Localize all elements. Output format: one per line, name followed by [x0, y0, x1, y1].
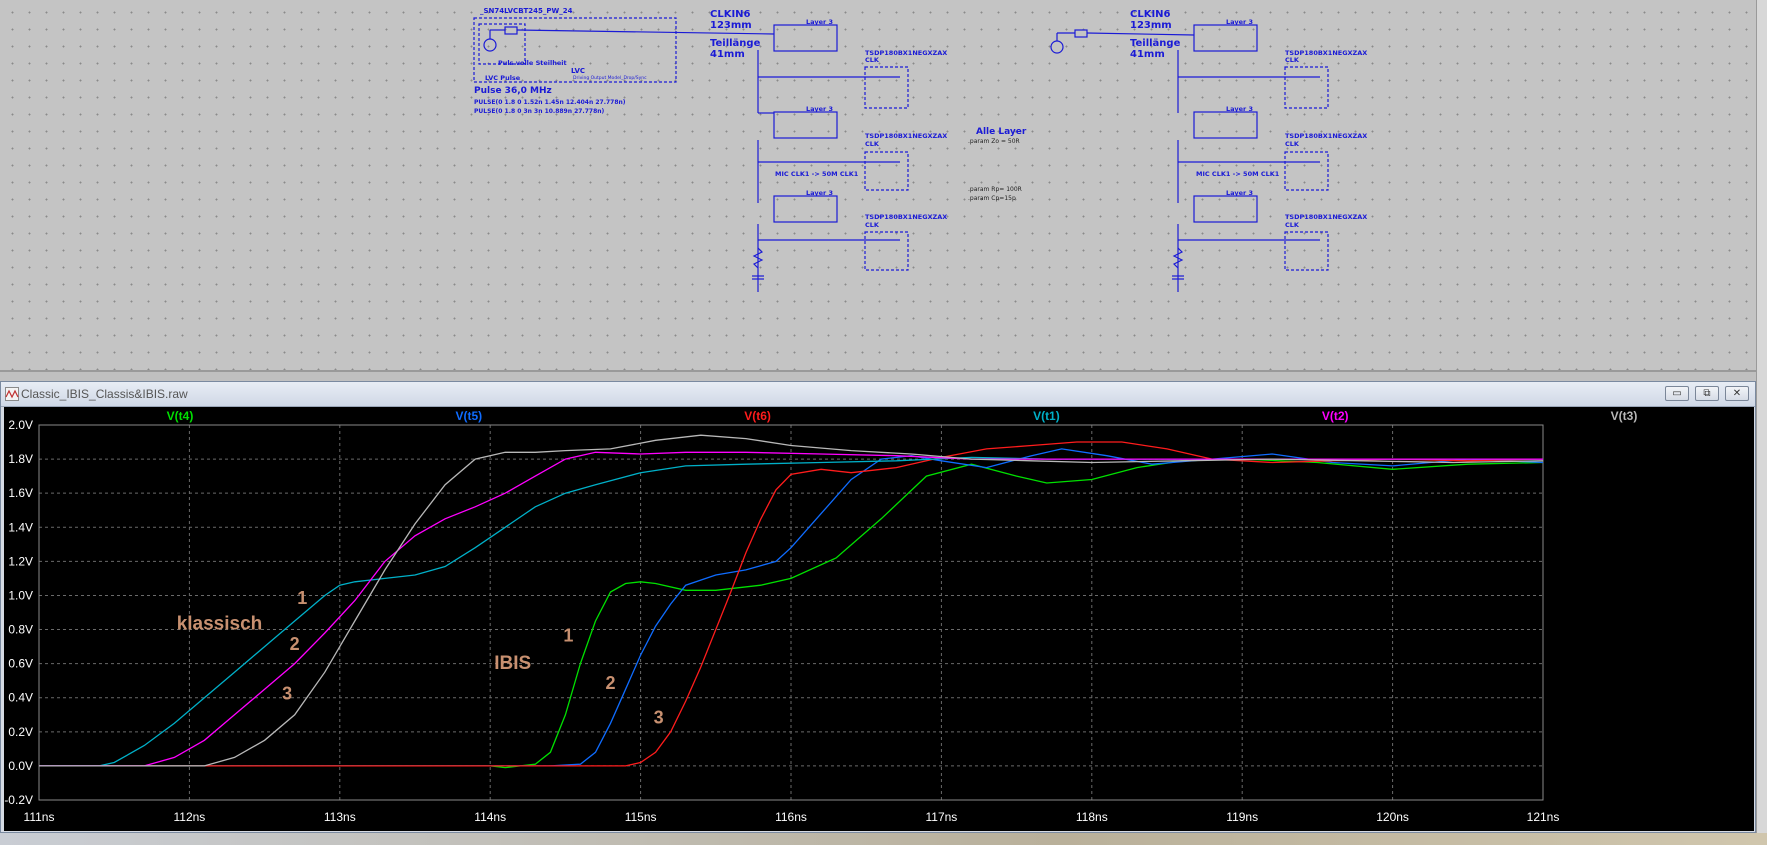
param-zo: .param Zo = 50R: [968, 138, 1020, 145]
left-pulse-label: LVC Pulse: [485, 74, 521, 82]
x-tick-label: 116ns: [775, 810, 807, 824]
schematic-drawing[interactable]: _SN74LVCBT245_PW_24 Puls volle Steilheit…: [0, 0, 1756, 370]
x-tick-label: 111ns: [24, 810, 55, 824]
right-receiver-label-3: TSDP180BX1NEGXZAX: [1285, 213, 1367, 221]
right-mid-note: MIC CLK1 -> 50M CLK1: [1196, 170, 1280, 178]
x-tick-label: 121ns: [1527, 810, 1560, 824]
left-receiver-pin-3: CLK: [865, 221, 880, 229]
left-block-sublabel: Driving Output Model_Drop/Sync: [573, 75, 647, 81]
right-net-label: CLKIN6: [1130, 9, 1171, 20]
param-rp: .param Rp= 100R: [968, 186, 1022, 193]
left-net-label: CLKIN6: [710, 9, 751, 20]
annotation-label: 1: [563, 625, 573, 645]
left-pulse-frequency: Pulse 36,0 MHz: [474, 86, 552, 96]
x-tick-label: 117ns: [925, 810, 957, 824]
right-layer-label-3: Layer 3: [1226, 189, 1253, 197]
y-tick-label: 1.8V: [8, 452, 33, 466]
annotation-label: klassisch: [177, 614, 263, 635]
right-net-length: 123mm: [1130, 20, 1172, 31]
left-component-title: _SN74LVCBT245_PW_24: [480, 7, 573, 15]
y-tick-label: 1.2V: [8, 554, 33, 568]
right-layer-label-2: Layer 3: [1226, 105, 1253, 113]
legend-entry-V(t5): V(t5): [455, 409, 482, 423]
right-receiver-label-2: TSDP180BX1NEGXZAX: [1285, 132, 1367, 140]
waveform-plot[interactable]: 111ns 112ns 113ns 114ns 115ns 116ns 117ns 118ns…: [4, 407, 1754, 831]
annotation-label: 1: [297, 588, 307, 608]
x-tick-label: 114ns: [474, 810, 506, 824]
annotation-label: 3: [282, 683, 292, 703]
legend-entry-V(t1): V(t1): [1033, 409, 1060, 423]
left-receiver-label-2: TSDP180BX1NEGXZAX: [865, 132, 947, 140]
series-line-V(t6): [39, 441, 1544, 767]
waveform-viewer-window[interactable]: Classic_IBIS_Classis&IBIS.raw ▭ ⧉ ✕ 111n…: [0, 381, 1756, 833]
left-receiver-pin-2: CLK: [865, 140, 880, 148]
close-button[interactable]: ✕: [1725, 386, 1749, 401]
x-tick-label: 118ns: [1076, 810, 1108, 824]
left-layer-label-3: Layer 3: [806, 189, 833, 197]
y-tick-label: 0.8V: [8, 623, 33, 637]
y-tick-label: 1.0V: [8, 588, 33, 602]
taskbar-strip: [0, 833, 1767, 845]
annotation-label: IBIS: [494, 653, 531, 674]
y-tick-label: 2.0V: [8, 418, 33, 432]
x-tick-label: 112ns: [173, 810, 205, 824]
left-receiver-pin-1: CLK: [865, 56, 880, 64]
left-layer-label-2: Layer 3: [806, 105, 833, 113]
x-tick-label: 119ns: [1226, 810, 1258, 824]
window-title: Classic_IBIS_Classis&IBIS.raw: [21, 387, 188, 401]
legend-entry-V(t6): V(t6): [744, 409, 771, 423]
left-pulse-line-2: PULSE(0 1.8 0 3n 3n 10.889n 27.778n): [474, 108, 605, 115]
window-titlebar[interactable]: Classic_IBIS_Classis&IBIS.raw ▭ ⧉ ✕: [1, 382, 1755, 407]
y-tick-label: 0.0V: [8, 759, 33, 773]
left-receiver-label-3: TSDP180BX1NEGXZAX: [865, 213, 947, 221]
left-block-label: LVC: [571, 67, 585, 75]
right-receiver-pin-3: CLK: [1285, 221, 1300, 229]
minimize-button[interactable]: ▭: [1665, 386, 1689, 401]
right-receiver-pin-1: CLK: [1285, 56, 1300, 64]
y-tick-label: 1.6V: [8, 486, 33, 500]
right-segment-length: 41mm: [1130, 49, 1165, 60]
waveform-app-icon: [5, 387, 19, 401]
left-pulse-line-1: PULSE(0 1.8 0 1.52n 1.45n 12.404n 27.778…: [474, 99, 626, 106]
x-tick-label: 120ns: [1376, 810, 1409, 824]
x-tick-label: 115ns: [625, 810, 657, 824]
right-layer-label-1: Layer 3: [1226, 18, 1253, 26]
right-segment-label: Teillänge: [1130, 38, 1181, 49]
scrollbar-strip[interactable]: [1756, 0, 1767, 845]
waveform-chart[interactable]: 111ns 112ns 113ns 114ns 115ns 116ns 117ns 118ns…: [4, 407, 1754, 831]
left-net-length: 123mm: [710, 20, 752, 31]
right-receiver-pin-2: CLK: [1285, 140, 1300, 148]
legend-entry-V(t4): V(t4): [167, 409, 194, 423]
annotation-label: 2: [290, 634, 300, 654]
annotation-label: 3: [654, 707, 664, 727]
schematic-editor[interactable]: _SN74LVCBT245_PW_24 Puls volle Steilheit…: [0, 0, 1767, 372]
legend-entry-V(t2): V(t2): [1322, 409, 1349, 423]
restore-button[interactable]: ⧉: [1695, 386, 1719, 401]
y-tick-label: 0.2V: [8, 725, 33, 739]
left-segment-label: Teillänge: [710, 38, 761, 49]
params-header: Alle Layer: [976, 127, 1027, 137]
y-tick-label: 0.6V: [8, 657, 33, 671]
x-tick-label: 113ns: [324, 810, 356, 824]
left-layer-label-1: Layer 3: [806, 18, 833, 26]
y-tick-label: -0.2V: [4, 793, 33, 807]
y-tick-label: 1.4V: [8, 520, 33, 534]
annotation-label: 2: [606, 673, 616, 693]
left-mid-note: MIC CLK1 -> 50M CLK1: [775, 170, 859, 178]
left-segment-length: 41mm: [710, 49, 745, 60]
legend-entry-V(t3): V(t3): [1611, 409, 1638, 423]
param-cp: .param Cp=15p: [968, 195, 1016, 202]
y-tick-label: 0.4V: [8, 691, 33, 705]
left-source-name: Puls volle Steilheit: [498, 59, 567, 67]
